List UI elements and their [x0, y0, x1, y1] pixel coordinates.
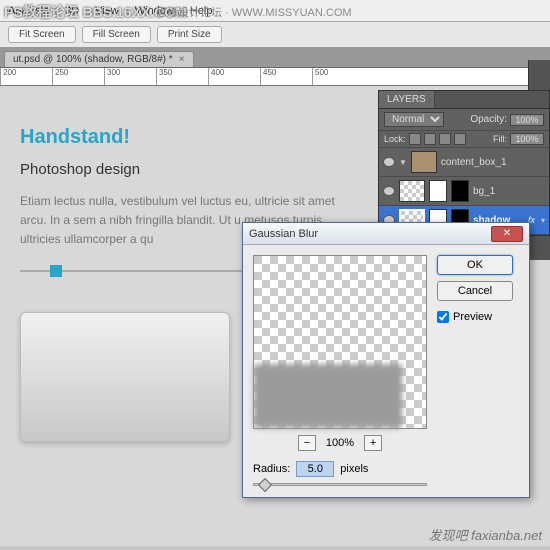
menu-3d[interactable]: 3D [65, 5, 79, 17]
layer-name[interactable]: content_box_1 [441, 157, 545, 168]
cancel-button[interactable]: Cancel [437, 281, 513, 301]
document-tab[interactable]: ut.psd @ 100% (shadow, RGB/8#) * × [4, 51, 194, 67]
preview-checkbox-row[interactable]: Preview [437, 311, 513, 323]
lock-transparent-icon[interactable] [409, 133, 421, 145]
preview-image[interactable] [253, 255, 427, 429]
ok-button[interactable]: OK [437, 255, 513, 275]
print-size-button[interactable]: Print Size [157, 26, 222, 43]
visibility-icon[interactable] [383, 186, 395, 196]
lock-image-icon[interactable] [424, 133, 436, 145]
preview-content [254, 364, 402, 428]
ruler-tick: 350 [156, 68, 208, 85]
slider-handle-icon [50, 265, 62, 277]
ruler-tick: 450 [260, 68, 312, 85]
fit-screen-button[interactable]: Fit Screen [8, 26, 76, 43]
layer-mask-thumbnail[interactable] [429, 180, 447, 202]
preview-checkbox[interactable] [437, 311, 449, 323]
layer-row-folder[interactable]: ▼ content_box_1 [379, 148, 549, 177]
dialog-titlebar[interactable]: Gaussian Blur ✕ [243, 223, 529, 245]
opacity-input[interactable] [510, 114, 544, 126]
blend-mode-select[interactable]: Normal [384, 112, 444, 127]
layer-thumbnail[interactable] [399, 180, 425, 202]
fill-label: Fill: [493, 134, 507, 144]
menu-analysis[interactable]: Analysis [8, 5, 49, 17]
lock-position-icon[interactable] [439, 133, 451, 145]
fill-screen-button[interactable]: Fill Screen [82, 26, 151, 43]
lock-all-icon[interactable] [454, 133, 466, 145]
folder-icon [411, 151, 437, 173]
layer-row[interactable]: bg_1 [379, 177, 549, 206]
document-tab-label: ut.psd @ 100% (shadow, RGB/8#) * [13, 54, 173, 65]
ruler-tick: 500 [312, 68, 364, 85]
document-tabs: ut.psd @ 100% (shadow, RGB/8#) * × [0, 48, 550, 68]
close-button[interactable]: ✕ [491, 226, 523, 242]
gaussian-blur-dialog: Gaussian Blur ✕ − 100% + Radius: pixels … [242, 222, 530, 498]
layers-tab[interactable]: LAYERS [379, 91, 435, 108]
layer-mask-thumbnail[interactable] [451, 180, 469, 202]
ruler-tick: 400 [208, 68, 260, 85]
design-card [20, 312, 230, 442]
ruler-tick: 300 [104, 68, 156, 85]
ruler-horizontal: 200 250 300 350 400 450 500 [0, 68, 550, 86]
visibility-icon[interactable] [383, 157, 395, 167]
close-tab-icon[interactable]: × [179, 54, 185, 65]
chevron-down-icon[interactable]: ▾ [541, 216, 545, 225]
radius-label: Radius: [253, 463, 290, 475]
menu-view[interactable]: View [95, 5, 119, 17]
ruler-tick: 200 [0, 68, 52, 85]
layers-panel: LAYERS Normal Opacity: Lock: Fill: ▼ con… [378, 90, 550, 236]
radius-unit: pixels [340, 463, 368, 475]
lock-label: Lock: [384, 134, 406, 144]
zoom-in-button[interactable]: + [364, 435, 382, 451]
menubar: Analysis 3D View Window Help [0, 0, 550, 22]
fill-input[interactable] [510, 133, 544, 145]
zoom-level: 100% [326, 437, 354, 449]
layer-name[interactable]: bg_1 [473, 186, 545, 197]
zoom-out-button[interactable]: − [298, 435, 316, 451]
folder-toggle-icon[interactable]: ▼ [399, 158, 407, 167]
preview-checkbox-label: Preview [453, 311, 492, 323]
radius-slider[interactable] [253, 483, 427, 486]
radius-input[interactable] [296, 461, 334, 477]
menu-help[interactable]: Help [190, 5, 213, 17]
opacity-label: Opacity: [470, 114, 507, 125]
ruler-tick: 250 [52, 68, 104, 85]
options-bar: Fit Screen Fill Screen Print Size [0, 22, 550, 48]
dialog-title: Gaussian Blur [249, 228, 318, 240]
menu-window[interactable]: Window [135, 5, 174, 17]
slider-thumb[interactable] [258, 478, 272, 492]
